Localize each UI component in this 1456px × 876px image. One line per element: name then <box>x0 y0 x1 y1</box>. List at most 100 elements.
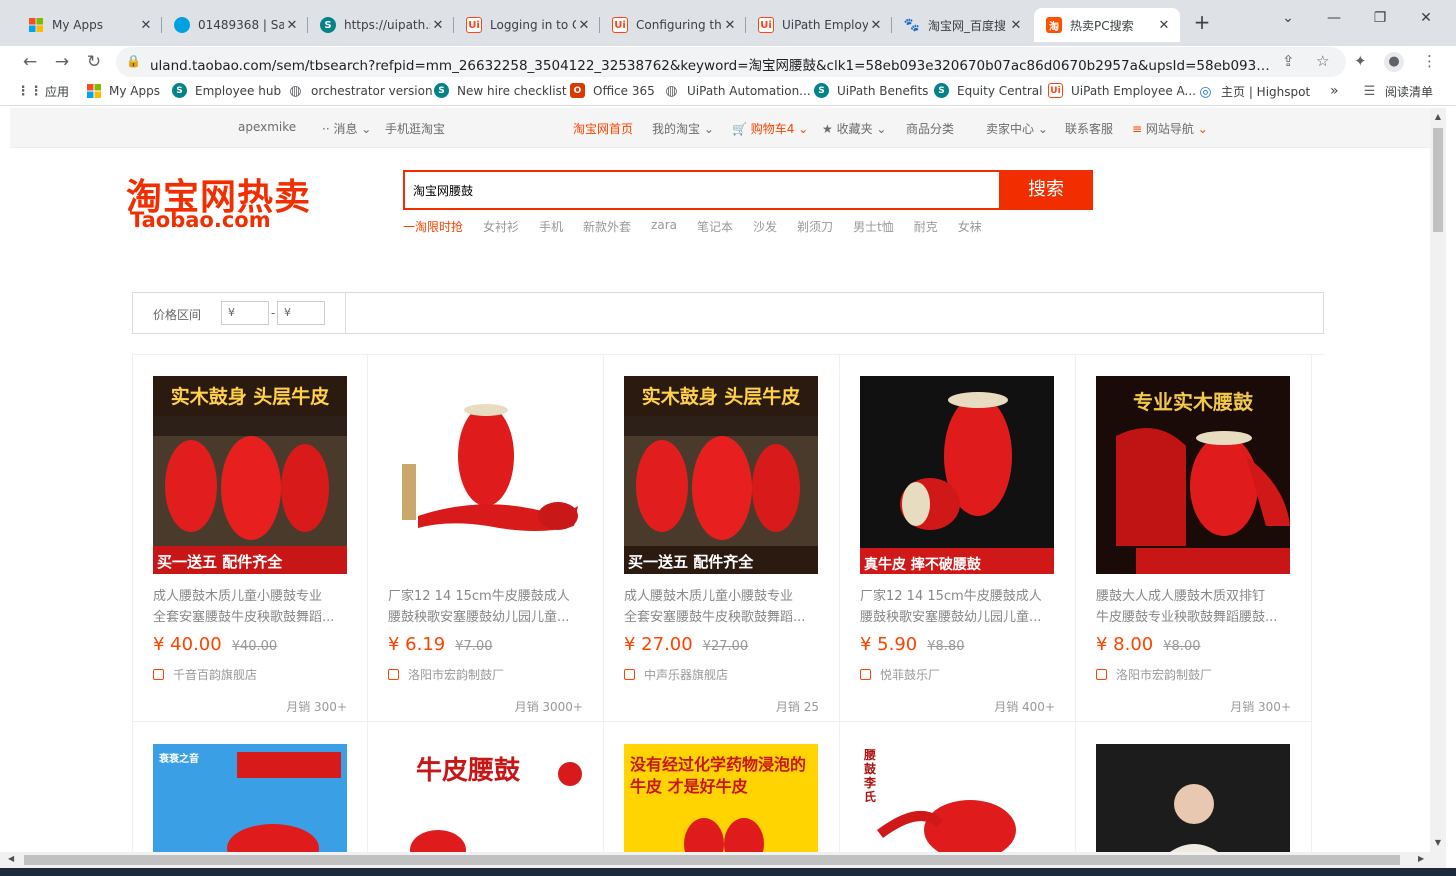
product-image[interactable] <box>1096 744 1290 852</box>
product-title[interactable]: 厂家12 14 15cm牛皮腰鼓成人 腰鼓秧歌安塞腰鼓幼儿园儿童... <box>388 586 584 628</box>
categories-link[interactable]: 商品分类 <box>906 120 954 137</box>
product-title[interactable]: 腰鼓大人成人腰鼓木质双排钉 牛皮腰鼓专业秧歌鼓舞蹈腰鼓... <box>1096 586 1292 628</box>
reading-list[interactable]: ☰ 阅读清单 <box>1362 83 1433 100</box>
bookmark-uipath-automation[interactable]: ◍ UiPath Automation... <box>664 83 810 99</box>
tab-my-apps[interactable]: My Apps ✕ <box>16 8 162 42</box>
profile-avatar-icon[interactable]: ● <box>1384 52 1404 72</box>
close-icon[interactable]: ✕ <box>868 18 884 33</box>
close-icon[interactable]: ✕ <box>138 18 154 33</box>
product-card[interactable]: 实木鼓身 头层牛皮 买一送五 配件齐全 成人腰鼓木质儿童小腰鼓专业 全套安塞腰鼓… <box>132 354 368 722</box>
hotword-link[interactable]: 沙发 <box>753 218 777 235</box>
taobao-logo-en[interactable]: Taobao.com <box>130 208 271 232</box>
product-image[interactable]: 专业实木腰鼓 <box>1096 376 1290 574</box>
shop-link[interactable]: 千音百韵旗舰店 <box>153 666 257 683</box>
more-bookmarks-chevron-icon[interactable]: » <box>1330 83 1339 99</box>
product-card[interactable]: 实木鼓身 头层牛皮 买一送五 配件齐全 成人腰鼓木质儿童小腰鼓专业 全套安塞腰鼓… <box>604 354 840 722</box>
shop-link[interactable]: 洛阳市宏韵制鼓厂 <box>1096 666 1212 683</box>
scrollbar-thumb[interactable] <box>1433 128 1443 232</box>
product-image[interactable]: 腰鼓李氏 <box>860 744 1054 852</box>
tab-baidu[interactable]: 🐾 淘宝网_百度搜 ✕ <box>892 8 1032 42</box>
bookmark-new-hire[interactable]: S New hire checklist <box>434 83 567 98</box>
minimize-button[interactable]: — <box>1314 10 1354 26</box>
product-image[interactable]: 没有经过化学药物浸泡的牛皮 才是好牛皮 <box>624 744 818 852</box>
favorites-link[interactable]: ★ 收藏夹 ⌄ <box>822 120 886 137</box>
close-icon[interactable]: ✕ <box>722 18 738 33</box>
forward-arrow-icon[interactable]: → <box>50 50 74 74</box>
close-icon[interactable]: ✕ <box>576 18 592 33</box>
tab-salesforce[interactable]: 01489368 | Sale ✕ <box>162 8 308 42</box>
tab-taobao-active[interactable]: 淘 热卖PC搜索 ✕ <box>1034 8 1180 42</box>
product-card[interactable] <box>1076 722 1312 852</box>
product-card[interactable]: 牛皮腰鼓 <box>368 722 604 852</box>
bookmark-office-365[interactable]: O Office 365 <box>570 83 655 98</box>
bookmark-star-icon[interactable]: ☆ <box>1316 52 1329 70</box>
hotword-link[interactable]: 手机 <box>539 218 563 235</box>
extensions-puzzle-icon[interactable]: ✦ <box>1354 52 1367 70</box>
reload-icon[interactable]: ↻ <box>82 50 106 74</box>
product-title[interactable]: 厂家12 14 15cm牛皮腰鼓成人 腰鼓秧歌安塞腰鼓幼儿园儿童... <box>860 586 1056 628</box>
product-card[interactable]: 真牛皮 摔不破腰鼓 厂家12 14 15cm牛皮腰鼓成人 腰鼓秧歌安塞腰鼓幼儿园… <box>840 354 1076 722</box>
hotword-link[interactable]: 新款外套 <box>583 218 631 235</box>
scroll-left-arrow-icon[interactable]: ◀ <box>8 854 14 863</box>
close-icon[interactable]: ✕ <box>284 18 300 33</box>
horizontal-scrollbar[interactable]: ◀ ▶ <box>0 852 1446 868</box>
product-card[interactable]: 衰衰之音 <box>132 722 368 852</box>
search-button[interactable]: 搜索 <box>999 170 1093 210</box>
new-tab-button[interactable]: + <box>1190 10 1214 38</box>
product-card[interactable]: 腰鼓李氏 <box>840 722 1076 852</box>
bookmark-uipath-employee[interactable]: Ui UiPath Employee A... <box>1048 83 1196 98</box>
product-card[interactable]: 专业实木腰鼓 腰鼓大人成人腰鼓木质双排钉 牛皮腰鼓专业秧歌鼓舞蹈腰鼓... ¥ … <box>1076 354 1312 722</box>
product-card[interactable]: 没有经过化学药物浸泡的牛皮 才是好牛皮 <box>604 722 840 852</box>
product-image[interactable]: 牛皮腰鼓 <box>388 744 582 852</box>
close-window-button[interactable]: ✕ <box>1406 10 1446 26</box>
menu-kebab-icon[interactable]: ⋮ <box>1422 52 1437 70</box>
product-image[interactable]: 衰衰之音 <box>153 744 347 852</box>
product-title[interactable]: 成人腰鼓木质儿童小腰鼓专业 全套安塞腰鼓牛皮秧歌鼓舞蹈... <box>153 586 349 628</box>
hotword-link[interactable]: 笔记本 <box>697 218 733 235</box>
tab-configuring[interactable]: Ui Configuring the ✕ <box>600 8 746 42</box>
product-image[interactable]: 真牛皮 摔不破腰鼓 <box>860 376 1054 574</box>
bookmark-apps[interactable]: ⋮⋮ 应用 <box>17 83 70 100</box>
bookmark-employee-hub[interactable]: S Employee hub <box>172 83 281 98</box>
url-text[interactable]: uland.taobao.com/sem/tbsearch?refpid=mm_… <box>150 54 1270 74</box>
restore-button[interactable]: ❐ <box>1360 10 1400 26</box>
username-link[interactable]: apexmike <box>238 120 296 134</box>
address-bar[interactable]: 🔒 uland.taobao.com/sem/tbsearch?refpid=m… <box>116 47 1346 77</box>
my-taobao-link[interactable]: 我的淘宝 ⌄ <box>652 120 714 137</box>
close-icon[interactable]: ✕ <box>430 18 446 33</box>
tab-sharepoint[interactable]: S https://uipath.s ✕ <box>308 8 454 42</box>
hotword-link[interactable]: 剃须刀 <box>797 218 833 235</box>
max-price-input[interactable]: ¥ <box>277 301 325 325</box>
hotword-link[interactable]: 一淘限时抢 <box>403 218 463 235</box>
product-image[interactable] <box>388 376 582 574</box>
tab-uipath-employee[interactable]: Ui UiPath Employe ✕ <box>746 8 892 42</box>
taobao-home-link[interactable]: 淘宝网首页 <box>573 120 633 137</box>
cart-link[interactable]: 🛒 购物车4 ⌄ <box>732 120 808 137</box>
customer-service-link[interactable]: 联系客服 <box>1065 120 1113 137</box>
scrollbar-thumb[interactable] <box>24 855 1400 865</box>
scroll-down-arrow-icon[interactable]: ▼ <box>1430 838 1446 847</box>
vertical-scrollbar[interactable]: ▲ ▼ <box>1430 108 1446 852</box>
bookmark-highspot[interactable]: ◎ 主页 | Highspot <box>1198 83 1310 100</box>
product-title[interactable]: 成人腰鼓木质儿童小腰鼓专业 全套安塞腰鼓牛皮秧歌鼓舞蹈... <box>624 586 820 628</box>
tab-logging-in[interactable]: Ui Logging in to C ✕ <box>454 8 600 42</box>
hotword-link[interactable]: 女衬衫 <box>483 218 519 235</box>
product-card[interactable]: 厂家12 14 15cm牛皮腰鼓成人 腰鼓秧歌安塞腰鼓幼儿园儿童... ¥ 6.… <box>368 354 604 722</box>
tab-search-chevron-icon[interactable]: ⌄ <box>1268 10 1308 26</box>
hotword-link[interactable]: 女袜 <box>958 218 982 235</box>
close-icon[interactable]: ✕ <box>1008 18 1024 33</box>
shop-link[interactable]: 中声乐器旗舰店 <box>624 666 728 683</box>
bookmark-my-apps[interactable]: My Apps <box>86 83 160 98</box>
search-input[interactable] <box>413 180 973 200</box>
bookmark-equity-central[interactable]: S Equity Central <box>934 83 1042 98</box>
min-price-input[interactable]: ¥ <box>221 301 269 325</box>
shop-link[interactable]: 悦菲鼓乐厂 <box>860 666 940 683</box>
hotword-link[interactable]: 男士t恤 <box>853 218 894 235</box>
product-image[interactable]: 实木鼓身 头层牛皮 买一送五 配件齐全 <box>624 376 818 574</box>
back-arrow-icon[interactable]: ← <box>18 50 42 74</box>
scroll-right-arrow-icon[interactable]: ▶ <box>1418 854 1424 863</box>
bookmark-orchestrator[interactable]: ◍ orchestrator version <box>288 83 432 99</box>
site-navigation-link[interactable]: ≡ 网站导航 ⌄ <box>1132 120 1208 137</box>
seller-center-link[interactable]: 卖家中心 ⌄ <box>986 120 1048 137</box>
close-icon[interactable]: ✕ <box>1156 18 1172 33</box>
